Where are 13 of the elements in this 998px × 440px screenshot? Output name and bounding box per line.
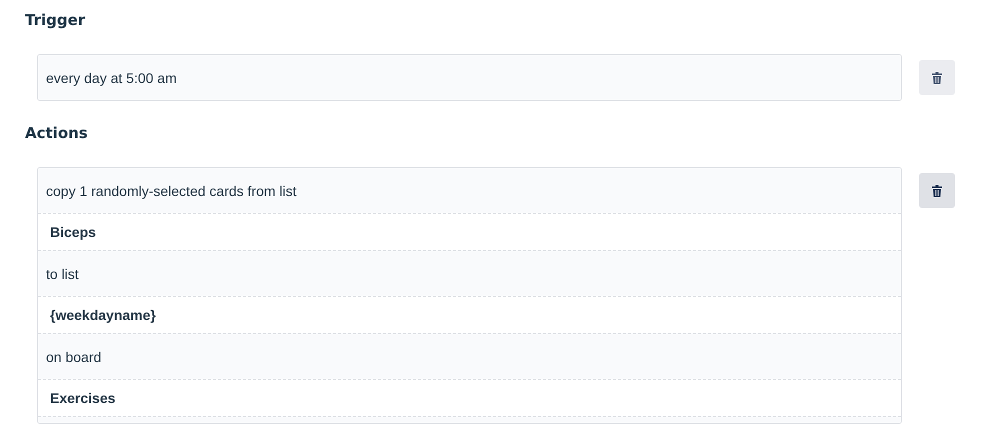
value-text: Biceps (50, 224, 96, 240)
value-text: {weekdayname} (50, 307, 156, 323)
trash-icon (932, 184, 942, 196)
value-text: Exercises (50, 390, 116, 406)
section-heading: Actions (25, 123, 88, 144)
section-heading: Trigger (25, 10, 86, 31)
delete-button[interactable] (919, 173, 955, 208)
rule-text: to list (46, 266, 79, 282)
rule-text: every day at 5:00 am (46, 70, 177, 86)
rule-text: on board (46, 348, 102, 364)
rule-text: copy 1 randomly-selected cards from list (46, 182, 297, 198)
delete-button[interactable] (919, 60, 955, 95)
trash-icon (932, 72, 942, 84)
